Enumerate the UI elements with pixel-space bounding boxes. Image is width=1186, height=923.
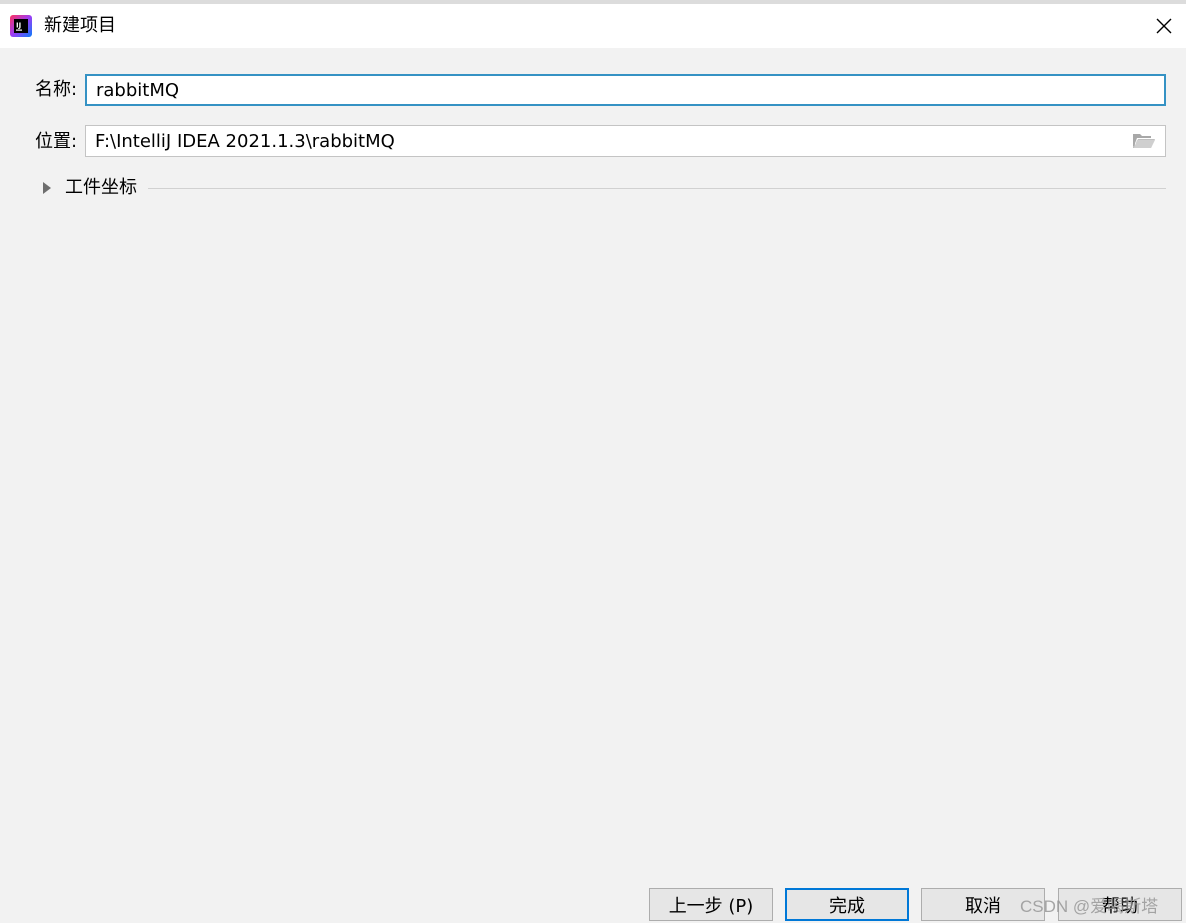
finish-button-label: 完成 (829, 895, 865, 917)
svg-text:IJ: IJ (16, 22, 21, 30)
project-name-input[interactable] (85, 74, 1166, 106)
project-location-input[interactable] (85, 125, 1166, 157)
close-icon (1156, 18, 1172, 34)
cancel-button[interactable]: 取消 (921, 888, 1045, 921)
close-button[interactable] (1150, 12, 1178, 40)
artifact-coordinates-label: 工件坐标 (65, 177, 137, 198)
name-label: 名称: (35, 79, 78, 100)
finish-button[interactable]: 完成 (785, 888, 909, 921)
dialog-title: 新建项目 (44, 15, 116, 36)
previous-button-label: 上一步 (P) (668, 895, 754, 917)
help-button-label: 帮助 (1102, 895, 1138, 917)
expand-triangle-icon (43, 182, 51, 194)
title-bar: IJ 新建项目 (0, 4, 1186, 48)
intellij-idea-icon: IJ (10, 15, 32, 37)
folder-open-icon[interactable] (1132, 132, 1156, 150)
previous-button[interactable]: 上一步 (P) (649, 888, 773, 921)
help-button[interactable]: 帮助 (1058, 888, 1182, 921)
cancel-button-label: 取消 (965, 895, 1001, 917)
location-label: 位置: (35, 131, 78, 152)
section-divider (148, 188, 1166, 189)
new-project-dialog: IJ 新建项目 名称: 位置: 工件坐标 上一步 (P) 完成 取消 帮助 CS… (0, 0, 1186, 923)
